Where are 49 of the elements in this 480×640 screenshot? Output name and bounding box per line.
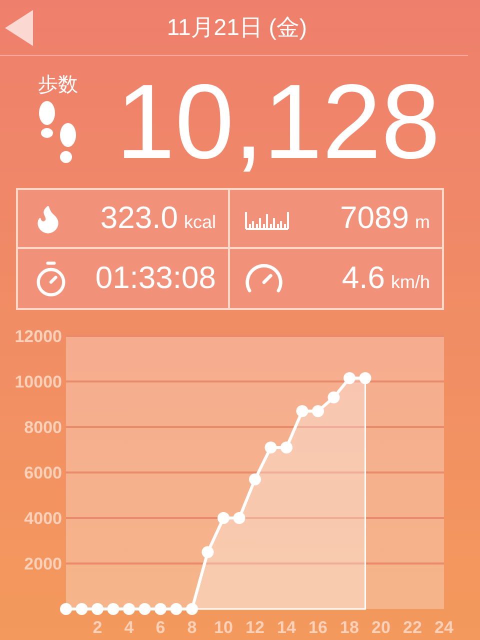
data-point [186, 603, 198, 615]
x-tick-label: 10 [214, 618, 233, 637]
data-point [264, 441, 277, 454]
data-point [170, 603, 182, 615]
x-tick-label: 8 [187, 618, 197, 637]
data-point [76, 603, 88, 615]
x-tick-label: 20 [372, 618, 390, 637]
step-count: 10,128 [116, 69, 440, 175]
stat-unit: m [415, 211, 430, 234]
data-point [60, 603, 72, 615]
y-tick-label: 8000 [24, 418, 62, 437]
stat-value: 4.6 [342, 259, 385, 298]
data-point [154, 603, 166, 615]
data-point [107, 603, 120, 615]
stat-unit: km/h [390, 271, 430, 294]
stat-value: 7089 [340, 199, 409, 238]
data-point [312, 405, 324, 418]
back-arrow-icon[interactable] [5, 10, 33, 46]
x-tick-label: 22 [403, 618, 422, 637]
x-tick-label: 12 [246, 618, 264, 637]
data-point [328, 391, 340, 404]
data-point [138, 603, 151, 615]
data-point [359, 372, 372, 384]
data-point [92, 603, 104, 615]
x-tick-label: 2 [92, 618, 102, 637]
data-point [296, 405, 308, 418]
x-tick-label: 24 [434, 618, 454, 637]
data-point [123, 603, 135, 615]
data-point [202, 546, 214, 558]
x-tick-label: 4 [124, 618, 134, 637]
stat-value: 01:33:08 [95, 259, 216, 298]
x-tick-label: 18 [340, 618, 359, 637]
date-title: 11月21日 (金) [166, 13, 308, 42]
data-point [280, 441, 292, 454]
stat-value: 323.0 [100, 199, 178, 238]
x-tick-label: 14 [277, 618, 296, 637]
x-tick-label: 6 [156, 618, 166, 637]
data-point [344, 372, 356, 384]
data-point [233, 512, 246, 524]
y-tick-label: 4000 [24, 509, 62, 528]
data-point [249, 473, 261, 486]
steps-label: 歩数 [38, 75, 78, 95]
y-tick-label: 10000 [14, 372, 62, 392]
x-tick-label: 16 [308, 618, 328, 637]
y-tick-label: 6000 [24, 464, 62, 482]
y-tick-label: 2000 [24, 554, 62, 574]
stat-unit: kcal [184, 211, 216, 234]
data-point [218, 512, 230, 524]
y-tick-label: 12000 [14, 327, 62, 346]
